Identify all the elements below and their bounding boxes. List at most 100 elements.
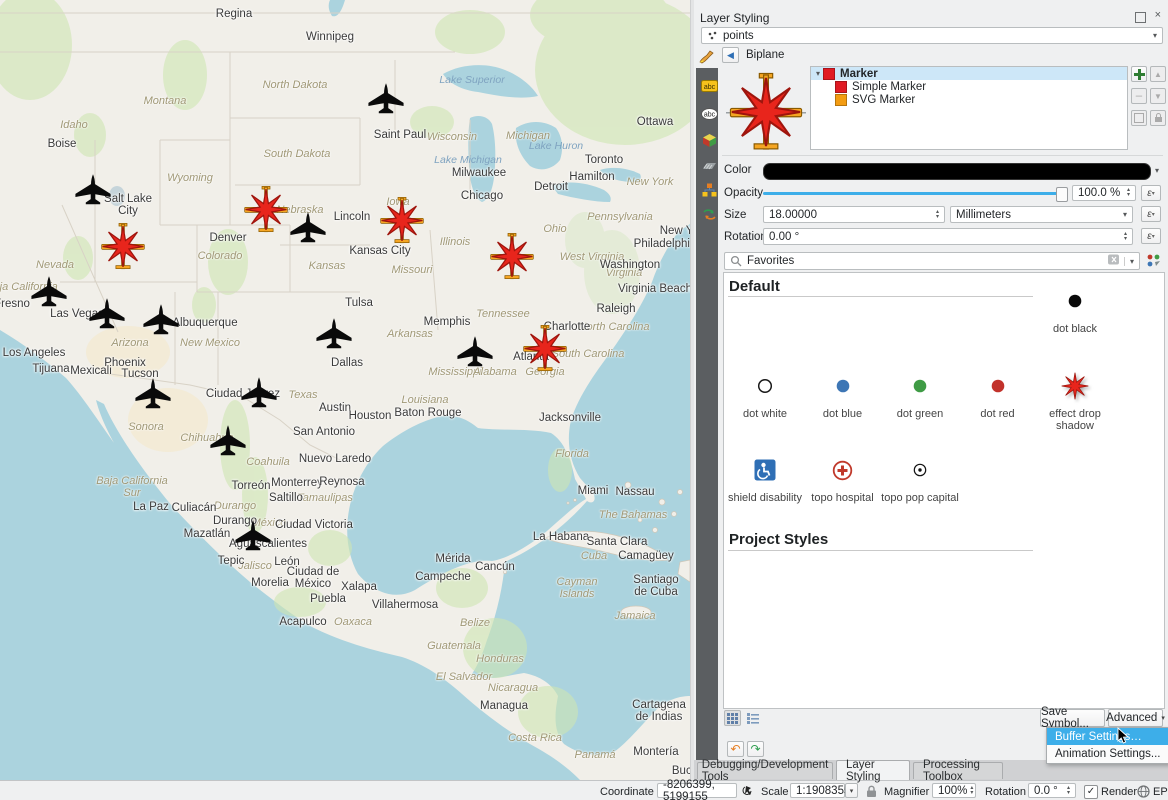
list-view-button[interactable] <box>744 710 761 726</box>
undo-button[interactable]: ↶ <box>727 741 744 757</box>
symbol-preview <box>726 72 806 152</box>
size-data-defined-button[interactable]: ε ▾ <box>1141 206 1161 222</box>
map-city-label: Culiacán <box>172 502 217 514</box>
style-item-shield-disability[interactable]: shield disability <box>726 450 804 504</box>
tab-callouts-icon[interactable]: abc <box>699 104 719 124</box>
magnifier-spinbox[interactable]: 100% ▴▾ <box>932 783 976 798</box>
tab-diagrams-icon[interactable] <box>699 180 719 200</box>
menu-item-buffer-settings[interactable]: Buffer Settings… <box>1047 728 1168 745</box>
map-city-label: Puebla <box>310 593 346 605</box>
mouse-position-icon[interactable] <box>742 785 755 800</box>
advanced-button[interactable]: Advanced ▾ <box>1108 709 1163 727</box>
size-spinbox[interactable]: 18.00000 ▴▾ <box>763 206 945 223</box>
minus-icon: – <box>1136 90 1142 102</box>
biplane-star-marker <box>488 233 536 286</box>
map-city-label: Villahermosa <box>372 599 438 611</box>
style-item-dot-black[interactable]: dot black <box>1036 281 1114 335</box>
plane-marker <box>142 300 180 343</box>
opacity-data-defined-button[interactable]: ε ▾ <box>1141 185 1161 201</box>
layer-selector-combo[interactable]: points ▾ <box>701 27 1163 44</box>
back-button[interactable]: ◀ <box>722 47 739 63</box>
map-canvas[interactable]: MontanaIdahoWyomingNorth DakotaSouth Dak… <box>0 0 690 780</box>
tab-history-icon[interactable] <box>699 204 719 224</box>
map-region-label: Florida <box>555 448 589 460</box>
style-item-topo-hospital[interactable]: topo hospital <box>804 450 882 504</box>
opacity-slider[interactable] <box>763 186 1066 201</box>
coordinate-label: Coordinate <box>600 786 654 800</box>
move-down-button[interactable]: ▼ <box>1150 88 1166 104</box>
style-item-dot-white[interactable]: dot white <box>726 366 804 420</box>
move-up-button[interactable]: ▲ <box>1150 66 1166 82</box>
size-unit-combo[interactable]: Millimeters ▾ <box>950 206 1133 223</box>
tab-debugging-development-tools[interactable]: Debugging/Development Tools <box>697 762 833 779</box>
map-city-label: Detroit <box>534 181 568 193</box>
save-symbol-button[interactable]: Save Symbol... <box>1040 709 1105 727</box>
section-default: Default <box>729 278 780 295</box>
color-menu-button[interactable]: ▾ <box>1151 163 1163 178</box>
map-city-label: Nassau <box>616 486 655 498</box>
menu-item-animation-settings[interactable]: Animation Settings... <box>1047 745 1168 762</box>
clear-search-icon[interactable] <box>1106 254 1120 268</box>
slider-handle[interactable] <box>1056 187 1068 202</box>
search-filter-dropdown[interactable]: ▾ <box>1124 257 1134 266</box>
rotation-spinbox[interactable]: 0.00 ° ▴▾ <box>763 228 1133 245</box>
scale-combo[interactable]: 1:19083556 <box>790 783 845 798</box>
float-panel-icon[interactable] <box>1135 12 1146 23</box>
coordinate-input[interactable]: -8206399, 5199155 <box>657 783 737 798</box>
style-item-dot-red[interactable]: dot red <box>959 366 1037 420</box>
lock-colors-button[interactable] <box>1150 110 1166 126</box>
paintbrush-icon <box>698 49 716 65</box>
map-city-label: New York <box>660 225 690 237</box>
redo-button[interactable]: ↷ <box>747 741 764 757</box>
magnifier-label: Magnifier <box>884 786 929 800</box>
map-region-label: El Salvador <box>436 671 492 683</box>
tab-labels-icon[interactable]: abc <box>699 76 719 96</box>
scale-dropdown-button[interactable]: ▾ <box>845 783 858 798</box>
spin-arrows[interactable]: ▴▾ <box>1121 232 1127 242</box>
map-city-label: Milwaukee <box>452 167 506 179</box>
style-item-dot-blue[interactable]: dot blue <box>804 366 882 420</box>
map-city-label: Tijuana <box>32 363 69 375</box>
add-symbol-layer-button[interactable] <box>1131 66 1147 82</box>
tab-3d-view-icon[interactable] <box>699 130 719 150</box>
style-manager-button[interactable] <box>1146 253 1163 269</box>
tab-layer-styling[interactable]: Layer Styling <box>836 760 910 780</box>
opacity-value: 100.0 % <box>1078 187 1120 199</box>
style-item-dot-green[interactable]: dot green <box>881 366 959 420</box>
map-region-label: Nevada <box>36 259 74 271</box>
tab-masks-icon[interactable] <box>699 156 719 176</box>
color-swatch-button[interactable] <box>763 163 1151 180</box>
layer-styling-panel: Layer Styling × points ▾ ◀ Biplane abcab… <box>694 0 1168 780</box>
crs-label[interactable]: EPSG:3857 <box>1153 786 1168 800</box>
style-item-effect-drop-shadow[interactable]: effect drop shadow <box>1036 366 1114 432</box>
opacity-spinbox[interactable]: 100.0 % ▴▾ <box>1072 185 1136 201</box>
plane-marker <box>234 516 272 559</box>
map-region-label: Tennessee <box>476 308 529 320</box>
tree-row-simple-marker[interactable]: Simple Marker <box>811 80 1127 93</box>
close-panel-icon[interactable]: × <box>1155 9 1161 21</box>
tree-row-svg-marker[interactable]: SVG Marker <box>811 93 1127 106</box>
style-search-input[interactable]: Favorites ▾ <box>724 252 1140 270</box>
rotation-data-defined-button[interactable]: ε ▾ <box>1141 228 1161 244</box>
map-city-label: Virginia Beach <box>618 283 690 295</box>
point-layer-icon <box>707 31 719 41</box>
plus-icon <box>1134 69 1145 80</box>
remove-symbol-layer-button[interactable]: – <box>1131 88 1147 104</box>
tree-row-marker[interactable]: ▾ Marker <box>811 67 1127 80</box>
map-city-label: Mazatlán <box>184 528 231 540</box>
icon-view-button[interactable] <box>724 710 741 726</box>
crs-globe-icon[interactable] <box>1137 785 1150 800</box>
tab-symbology-selected[interactable] <box>696 45 718 69</box>
map-region-label: Oaxaca <box>334 616 372 628</box>
duplicate-icon <box>1134 113 1144 123</box>
duplicate-layer-button[interactable] <box>1131 110 1147 126</box>
spin-arrows[interactable]: ▴▾ <box>1124 188 1130 198</box>
tab-processing-toolbox[interactable]: Processing Toolbox <box>913 762 1003 779</box>
map-rotation-spinbox[interactable]: 0.0 ° ▴▾ <box>1028 783 1076 798</box>
lock-scale-icon[interactable] <box>866 785 877 800</box>
expander-icon[interactable]: ▾ <box>816 69 820 78</box>
style-item-topo-pop-capital[interactable]: topo pop capital <box>881 450 959 504</box>
tree-label: Simple Marker <box>852 81 926 93</box>
render-checkbox[interactable]: ✓ <box>1084 785 1098 799</box>
spin-arrows[interactable]: ▴▾ <box>933 210 939 220</box>
